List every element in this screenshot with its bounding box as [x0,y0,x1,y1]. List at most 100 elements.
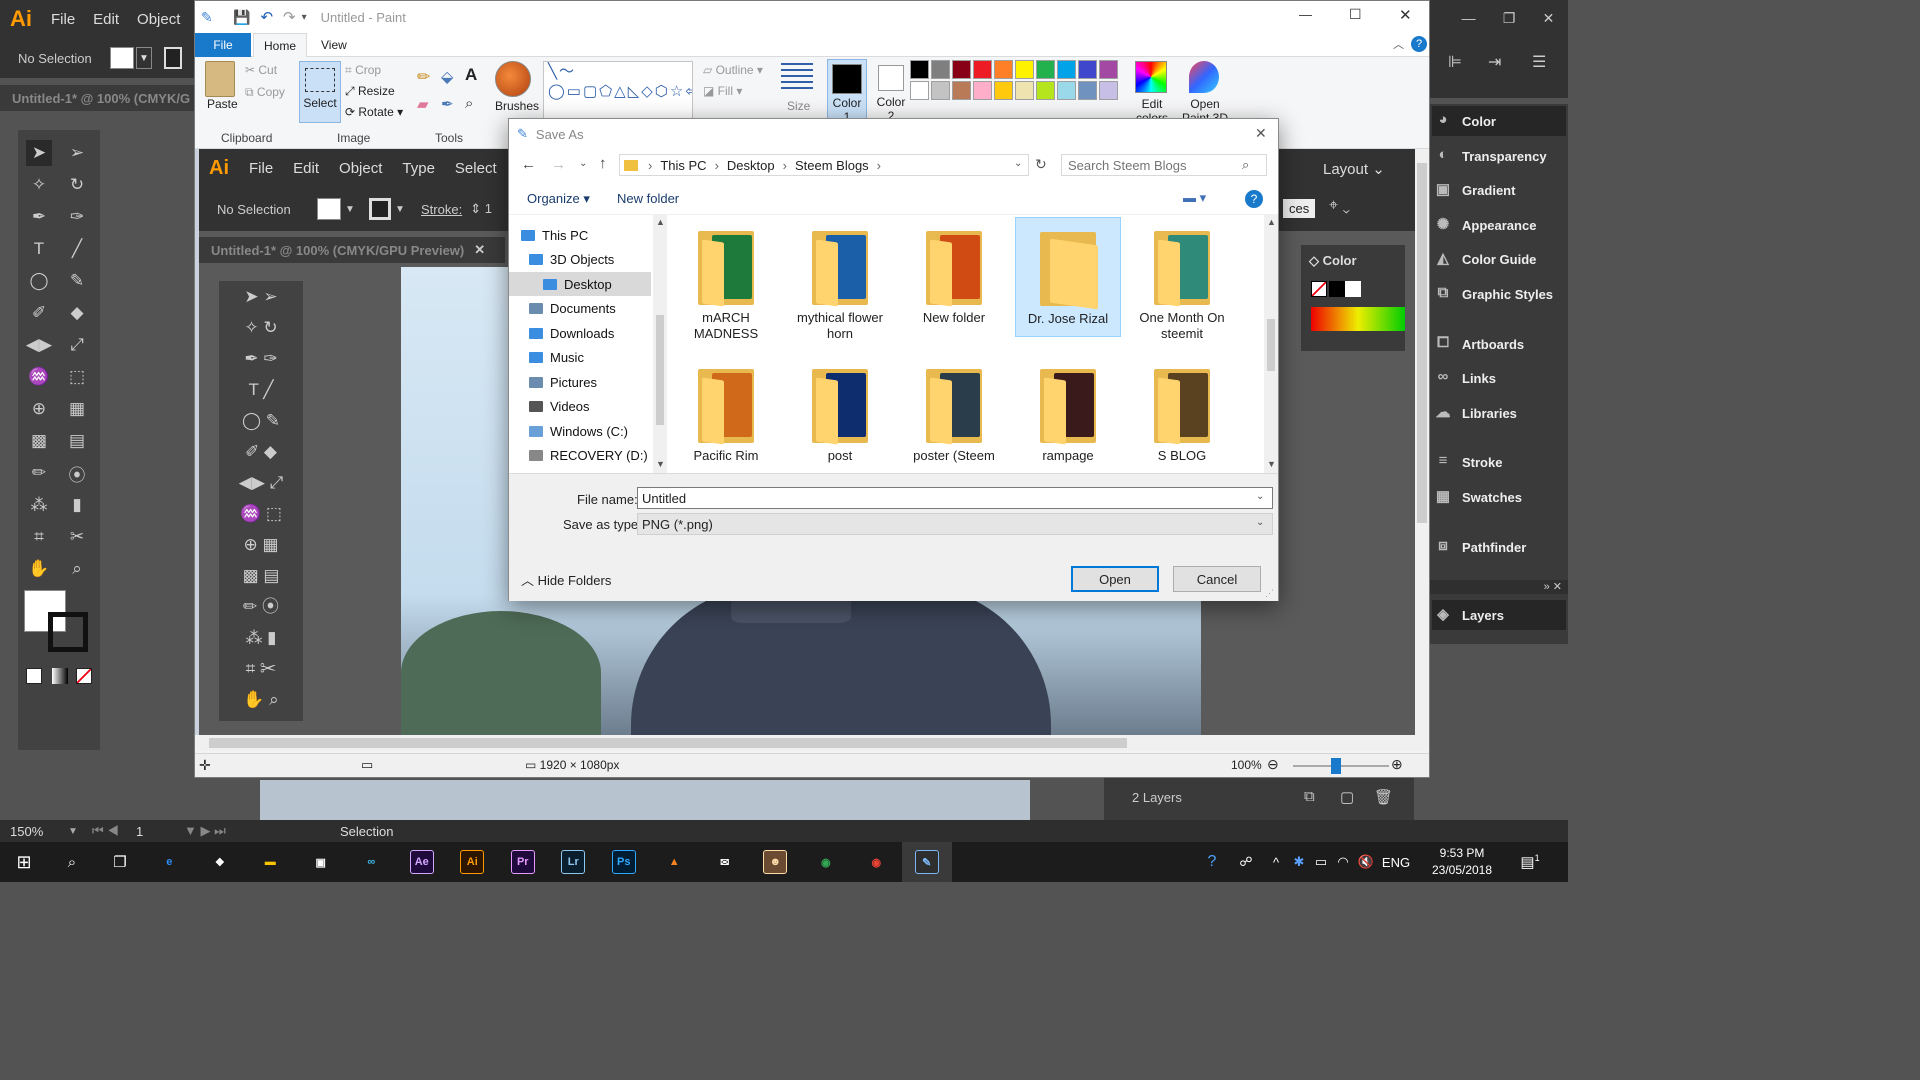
text-tool-icon[interactable]: A [465,65,477,85]
graph-tool-icon[interactable]: ▮ [64,492,90,518]
help-tray-icon[interactable]: ? [1196,853,1228,871]
taskbar-edge[interactable]: e [144,842,195,882]
lasso-icon[interactable]: ↻ [64,172,90,198]
zoom-slider[interactable] [1293,765,1389,767]
palette-swatch[interactable] [910,81,929,100]
paint-v-scrollbar[interactable] [1415,149,1429,735]
zoom-in-icon[interactable]: ⊕ [1391,756,1403,773]
language-indicator[interactable]: ENG [1378,855,1414,870]
paint-maximize-icon[interactable]: ☐ [1349,6,1362,23]
panel-layers[interactable]: ◈ Layers [1432,600,1566,630]
breadcrumb-steem-blogs[interactable]: Steem Blogs [795,158,869,173]
ribbon-collapse-icon[interactable]: ︿ [1393,36,1404,52]
paint-minimize-icon[interactable]: — [1299,7,1312,22]
back-icon[interactable]: ← [521,156,536,173]
ai-stroke-swatch[interactable] [164,47,182,69]
organize-button[interactable]: Organize ▾ [527,191,590,207]
taskbar-photoshop[interactable]: Ps [599,842,650,882]
nav-scroll-down-icon[interactable]: ▼ [656,459,665,469]
ai-menu-object[interactable]: Object [128,11,189,28]
ai-doc-tab[interactable]: Untitled-1* @ 100% (CMYK/G [0,85,196,111]
taskbar-vlc[interactable]: ▲ [649,842,700,882]
file-item[interactable]: post [787,355,893,475]
tab-view[interactable]: View [321,38,347,52]
files-scroll-thumb[interactable] [1267,319,1275,371]
breadcrumb-this-pc[interactable]: This PC [660,158,706,173]
edit-colors-icon[interactable] [1135,61,1167,93]
file-item[interactable]: Dr. Jose Rizal [1015,217,1121,337]
wifi-icon[interactable]: ◠ [1332,854,1354,870]
fill-bucket-icon[interactable]: ⬙ [441,67,453,87]
ai-next-artboard-icon[interactable]: ▼ ▶ ⏭ [184,823,340,839]
eraser-icon[interactable]: ◆ [64,300,90,326]
paint-close-icon[interactable]: ✕ [1399,6,1412,24]
bluetooth-icon[interactable]: ✱ [1288,854,1310,870]
panel-swatches[interactable]: ▦ Swatches [1432,482,1566,512]
taskbar-chrome-1[interactable]: ◉ [801,842,852,882]
panel-links[interactable]: ∞ Links [1432,363,1566,393]
taskbar-after-effects[interactable]: Ae [397,842,448,882]
files-scroll-down-icon[interactable]: ▼ [1267,459,1276,469]
ai-panel-menu-icon[interactable]: ☰ [1532,52,1546,72]
trash-icon[interactable]: 🗑 [1374,788,1393,806]
scale-tool-icon[interactable]: ⤢ [64,332,90,358]
search-icon[interactable]: ⌕ [48,842,96,882]
nav-item[interactable]: Music [529,346,651,370]
taskbar-explorer[interactable]: ▬ [245,842,296,882]
redo-icon[interactable]: ↷ [283,8,296,26]
file-item[interactable]: S BLOG [1129,355,1235,475]
palette-swatch[interactable] [1099,60,1118,79]
artboard-tool-icon[interactable]: ⌗ [26,524,52,550]
file-name-field[interactable]: Untitled ⌄ [637,487,1273,509]
shapes-gallery[interactable]: ╲〜◯▭▢⬠△◺◇⬡☆⬄⇦⇧⇩✩✪◻◬ [543,61,693,121]
curvature-tool-icon[interactable]: ✑ [64,204,90,230]
paint-h-scroll-thumb[interactable] [209,738,1127,748]
hide-folders-button[interactable]: ︿ Hide Folders [521,570,611,589]
taskbar-infinity[interactable]: ∞ [346,842,397,882]
magic-wand-icon[interactable]: ✧ [26,172,52,198]
ai-stroke-color-box[interactable] [48,612,88,652]
resize-grip-icon[interactable]: ⋰ [1265,588,1274,599]
color-picker-icon[interactable]: ✒ [441,95,454,113]
file-item[interactable]: New folder [901,217,1007,337]
files-scroll-up-icon[interactable]: ▲ [1267,217,1276,227]
ai-none-mode-icon[interactable] [76,668,92,684]
save-quick-icon[interactable]: 💾 [233,9,250,26]
palette-swatch[interactable] [952,60,971,79]
ai-minimize-icon[interactable]: — [1462,10,1476,26]
tab-file[interactable]: File [195,33,251,57]
copy-button[interactable]: ⧉ Copy [245,85,285,100]
taskbar-mail[interactable]: ✉ [700,842,751,882]
search-input[interactable] [1062,157,1242,173]
address-dropdown-icon[interactable]: ⌄ [1014,158,1022,169]
palette-swatch[interactable] [952,81,971,100]
ai-close-icon[interactable]: ✕ [1543,10,1555,27]
ai-transform-icon[interactable]: ⇥ [1488,52,1501,72]
file-item[interactable]: poster (Steem [901,355,1007,475]
ai-menu-file[interactable]: File [42,11,84,28]
shape-builder-icon[interactable]: ⊕ [26,396,52,422]
panel-libraries[interactable]: ☁ Libraries [1432,398,1566,428]
brushes-icon[interactable] [495,61,531,97]
crop-button[interactable]: ⌗ Crop [345,63,381,78]
zoom-tool-icon[interactable]: ⌕ [64,556,90,582]
volume-muted-icon[interactable]: 🔇 [1354,854,1378,870]
refresh-icon[interactable]: ↻ [1035,156,1047,173]
paste-button[interactable]: Paste [207,97,238,111]
palette-swatch[interactable] [1015,81,1034,100]
notifications-icon[interactable]: ▤1 [1510,853,1550,871]
files-scrollbar[interactable]: ▲ ▼ [1264,215,1278,473]
task-view-icon[interactable]: ❐ [96,842,144,882]
nav-item[interactable]: Desktop [509,272,651,296]
address-bar[interactable]: › This PC › Desktop › Steem Blogs › ⌄ [619,154,1029,176]
dialog-search[interactable]: ⌕ [1061,154,1267,176]
panel-artboards[interactable]: ⧠ Artboards [1432,329,1566,359]
palette-swatch[interactable] [973,81,992,100]
file-item[interactable]: One Month On steemit [1129,217,1235,341]
ellipse-tool-icon[interactable]: ◯ [26,268,52,294]
new-layer-icon[interactable]: ⧉ [1304,788,1315,805]
palette-swatch[interactable] [931,81,950,100]
panel-color-guide[interactable]: ◭ Color Guide [1432,244,1566,274]
nav-item[interactable]: 3D Objects [529,248,651,272]
palette-swatch[interactable] [1036,60,1055,79]
